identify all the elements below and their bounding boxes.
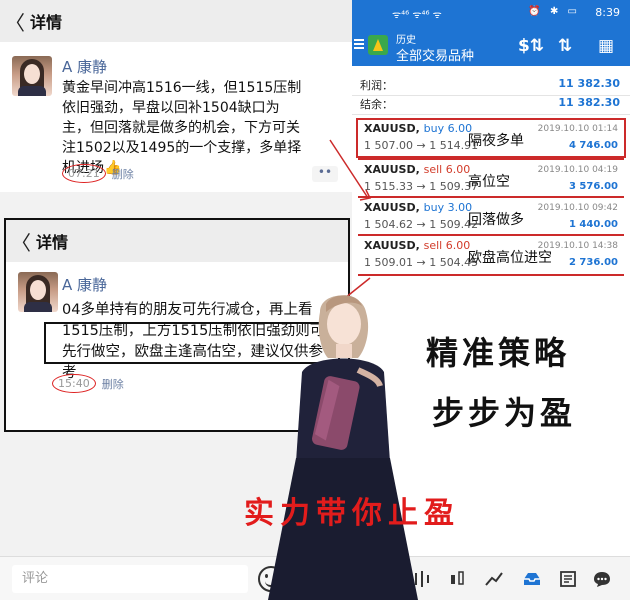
trade-row[interactable]: XAUUSD, sell 6.00 1 509.01 → 1 504.45 20… xyxy=(352,237,630,274)
trade-prices: 1 507.00 → 1 514.91 xyxy=(364,139,479,152)
page-title-2: 详情 xyxy=(36,233,69,252)
signal-icon: ᯤ⁴⁶ ᯤ⁴⁶ ᯤ xyxy=(392,10,442,21)
post-time-2: 15:40 xyxy=(52,374,96,393)
clock: 8:39 xyxy=(595,6,620,19)
slogan-precise-strategy: 精准策略 xyxy=(426,334,571,372)
trade-row[interactable]: XAUUSD, buy 3.00 1 504.62 → 1 509.42 201… xyxy=(352,199,630,236)
post-time: 07:21 xyxy=(62,164,106,183)
trade-annotation: 高位空 xyxy=(468,174,510,190)
app-logo-icon xyxy=(368,35,388,55)
status-bar: ᯤ⁴⁶ ᯤ⁴⁶ ᯤ ⏰ ✱ ▭ 8:39 xyxy=(352,0,630,26)
trade-date: 2019.10.10 09:42 xyxy=(537,203,618,213)
status-icons: ⏰ ✱ ▭ xyxy=(528,6,580,17)
calendar-icon[interactable]: ▦ xyxy=(598,36,614,56)
detail-header: 〈 详情 xyxy=(0,0,352,42)
divider xyxy=(358,196,624,198)
trade-prices: 1 504.62 → 1 509.42 xyxy=(364,218,479,231)
app-bar-subtitle: 历史 xyxy=(396,35,416,46)
trade-row[interactable]: XAUUSD, buy 6.00 1 507.00 → 1 514.91 201… xyxy=(352,120,630,157)
back-button[interactable]: 〈 xyxy=(0,7,30,36)
avatar[interactable] xyxy=(12,56,52,96)
trade-prices: 1 509.01 → 1 504.45 xyxy=(364,256,479,269)
app-bar: 历史 全部交易品种 $⇅ ⇅ ▦ xyxy=(352,26,630,66)
trade-annotation: 欧盘高位进空 xyxy=(468,250,552,266)
menu-icon[interactable] xyxy=(354,37,364,51)
trade-profit: 2 736.00 xyxy=(568,257,618,268)
chat-icon[interactable] xyxy=(592,569,612,589)
author-name[interactable]: A 康静 xyxy=(62,56,107,77)
trade-date: 2019.10.10 01:14 xyxy=(537,124,618,134)
trade-profit: 3 576.00 xyxy=(568,181,618,192)
page-title: 详情 xyxy=(30,13,63,32)
trend-icon[interactable] xyxy=(484,569,504,589)
author-name-2[interactable]: A 康静 xyxy=(62,274,107,295)
currency-sort-icon[interactable]: $⇅ xyxy=(518,36,544,56)
trade-symbol: XAUUSD, buy 6.00 xyxy=(364,122,473,135)
chart-icon[interactable] xyxy=(448,569,468,589)
divider xyxy=(358,158,624,160)
slogan-take-profit: 实力带你止盈 xyxy=(244,496,460,531)
trade-row[interactable]: XAUUSD, sell 6.00 1 515.33 → 1 509.37 20… xyxy=(352,161,630,198)
slogan-step-by-step: 步步为盈 xyxy=(432,394,577,432)
delete-link-2[interactable]: 删除 xyxy=(102,376,124,392)
trade-prices: 1 515.33 → 1 509.37 xyxy=(364,180,479,193)
trade-symbol: XAUUSD, buy 3.00 xyxy=(364,201,473,214)
trade-profit: 1 440.00 xyxy=(568,219,618,230)
trade-profit: 4 746.00 xyxy=(568,140,618,151)
trade-annotation: 回落做多 xyxy=(468,212,524,228)
balance-row: 结余： 11 382.30 xyxy=(352,91,630,115)
delete-link[interactable]: 删除 xyxy=(112,166,134,182)
spokesperson-image xyxy=(268,295,418,600)
post-meta-2: 15:40 删除 xyxy=(52,374,124,393)
detail-header-2: 〈 详情 xyxy=(6,220,348,262)
divider xyxy=(358,274,624,276)
sort-icon[interactable]: ⇅ xyxy=(558,36,572,56)
trade-date: 2019.10.10 04:19 xyxy=(537,165,618,175)
history-icon[interactable] xyxy=(522,569,542,589)
balance-value: 11 382.30 xyxy=(558,96,620,109)
post-meta: 07:21 删除 xyxy=(62,164,134,183)
divider xyxy=(358,234,624,236)
symbol-selector[interactable]: 全部交易品种 xyxy=(396,45,474,64)
back-button-2[interactable]: 〈 xyxy=(6,227,36,256)
trade-annotation: 隔夜多单 xyxy=(468,133,524,149)
avatar-2[interactable] xyxy=(18,272,58,312)
profit-value: 11 382.30 xyxy=(558,77,620,90)
news-icon[interactable] xyxy=(558,569,578,589)
post-text: 黄金早间冲高1516一线，但1515压制依旧强劲，早盘以回补1504缺口为主，但… xyxy=(62,80,302,176)
comment-input[interactable]: 评论 xyxy=(12,565,248,593)
